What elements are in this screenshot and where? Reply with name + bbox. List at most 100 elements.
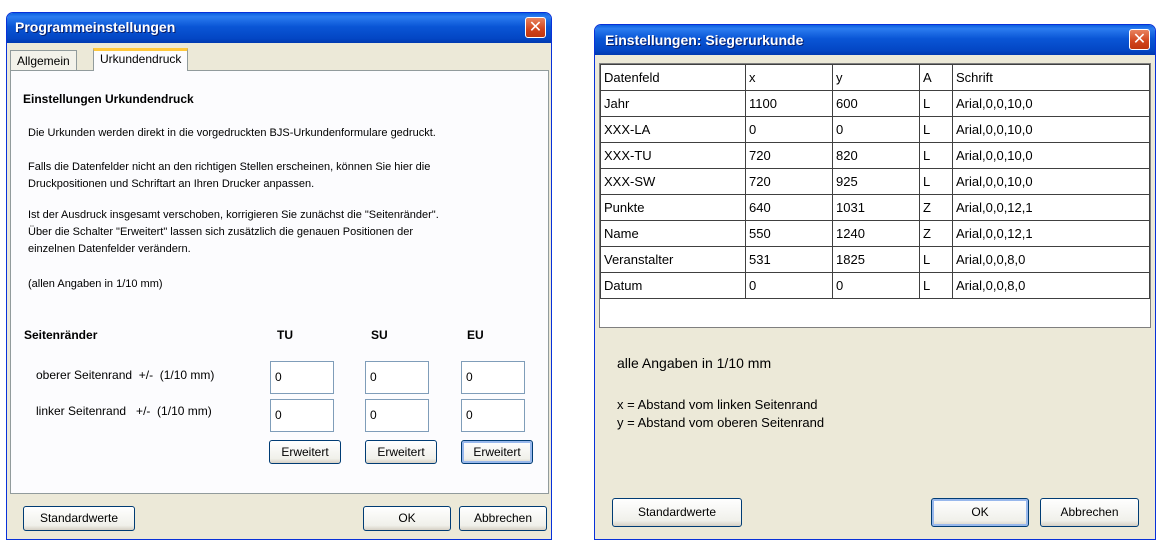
cell-datenfeld[interactable]: Datum	[600, 272, 746, 299]
top-margin-tu-input[interactable]: 0	[270, 361, 334, 394]
cell-datenfeld[interactable]: Name	[600, 220, 746, 247]
cell-y[interactable]: 925	[832, 168, 920, 195]
cell-a[interactable]: Z	[919, 194, 953, 221]
cell-x[interactable]: 550	[745, 220, 833, 247]
table-header-row: Datenfeld x y A Schrift	[600, 64, 1150, 91]
title-bar[interactable]: Programmeinstellungen ✕	[7, 13, 551, 43]
cell-a[interactable]: L	[919, 116, 953, 143]
program-settings-dialog: Programmeinstellungen ✕ Allgemein Urkund…	[6, 12, 552, 540]
intro-text: Die Urkunden werden direkt in die vorged…	[28, 127, 436, 139]
defaults-button[interactable]: Standardwerte	[23, 506, 135, 531]
column-header-schrift[interactable]: Schrift	[952, 64, 1150, 91]
cell-y[interactable]: 600	[832, 90, 920, 117]
cell-schrift[interactable]: Arial,0,0,8,0	[952, 272, 1150, 299]
table-row[interactable]: Jahr 1100 600 L Arial,0,0,10,0	[600, 90, 1150, 117]
data-fields-table: Datenfeld x y A Schrift Jahr 1100 600 L …	[600, 64, 1150, 299]
left-margin-eu-input[interactable]: 0	[461, 399, 525, 432]
cell-schrift[interactable]: Arial,0,0,10,0	[952, 116, 1150, 143]
column-header-datenfeld[interactable]: Datenfeld	[600, 64, 746, 91]
cell-schrift[interactable]: Arial,0,0,12,1	[952, 194, 1150, 221]
dialog-title: Einstellungen: Siegerurkunde	[605, 32, 804, 48]
tab-allgemein[interactable]: Allgemein	[10, 50, 77, 71]
cell-schrift[interactable]: Arial,0,0,10,0	[952, 90, 1150, 117]
cell-x[interactable]: 0	[745, 116, 833, 143]
column-header-y[interactable]: y	[832, 64, 920, 91]
advanced-eu-button[interactable]: Erweitert	[461, 440, 533, 464]
help-text-line: Druckpositionen und Schriftart an Ihren …	[28, 178, 315, 190]
cell-a[interactable]: L	[919, 142, 953, 169]
table-row[interactable]: Punkte 640 1031 Z Arial,0,0,12,1	[600, 194, 1150, 221]
column-header-su: SU	[371, 328, 388, 342]
units-note: alle Angaben in 1/10 mm	[617, 355, 772, 371]
table-row[interactable]: XXX-LA 0 0 L Arial,0,0,10,0	[600, 116, 1150, 143]
cell-x[interactable]: 0	[745, 272, 833, 299]
help-text-line: Über die Schalter "Erweitert" lassen sic…	[28, 226, 414, 238]
cell-y[interactable]: 0	[832, 272, 920, 299]
tab-label: Urkundendruck	[100, 52, 182, 66]
ok-button[interactable]: OK	[931, 498, 1029, 527]
left-margin-su-input[interactable]: 0	[365, 399, 429, 432]
defaults-button[interactable]: Standardwerte	[612, 498, 742, 527]
title-bar[interactable]: Einstellungen: Siegerurkunde ✕	[595, 25, 1155, 55]
cell-datenfeld[interactable]: XXX-SW	[600, 168, 746, 195]
certificate-settings-dialog: Einstellungen: Siegerurkunde ✕ Datenfeld…	[594, 24, 1156, 540]
cell-y[interactable]: 1825	[832, 246, 920, 273]
legend-y: y = Abstand vom oberen Seitenrand	[617, 415, 825, 430]
help-text-line: Ist der Ausdruck insgesamt verschoben, k…	[28, 209, 439, 221]
cell-x[interactable]: 720	[745, 142, 833, 169]
cell-a[interactable]: L	[919, 246, 953, 273]
table-row[interactable]: Datum 0 0 L Arial,0,0,8,0	[600, 272, 1150, 299]
table-row[interactable]: Veranstalter 531 1825 L Arial,0,0,8,0	[600, 246, 1150, 273]
top-margin-eu-input[interactable]: 0	[461, 361, 525, 394]
tab-panel-urkundendruck: Einstellungen Urkundendruck Die Urkunden…	[10, 70, 549, 494]
column-header-x[interactable]: x	[745, 64, 833, 91]
cell-datenfeld[interactable]: XXX-TU	[600, 142, 746, 169]
top-margin-label: oberer Seitenrand +/- (1/10 mm)	[36, 368, 215, 382]
cell-y[interactable]: 1240	[832, 220, 920, 247]
cell-a[interactable]: L	[919, 168, 953, 195]
close-icon: ✕	[1132, 29, 1147, 48]
help-text-line: einzelnen Datenfelder verändern.	[28, 243, 191, 255]
column-header-a[interactable]: A	[919, 64, 953, 91]
cell-schrift[interactable]: Arial,0,0,8,0	[952, 246, 1150, 273]
cell-schrift[interactable]: Arial,0,0,10,0	[952, 142, 1150, 169]
cell-a[interactable]: L	[919, 90, 953, 117]
tab-urkundendruck[interactable]: Urkundendruck	[93, 48, 189, 71]
margins-heading: Seitenränder	[24, 328, 98, 342]
table-row[interactable]: XXX-TU 720 820 L Arial,0,0,10,0	[600, 142, 1150, 169]
cell-y[interactable]: 0	[832, 116, 920, 143]
section-heading: Einstellungen Urkundendruck	[23, 92, 194, 106]
close-button[interactable]: ✕	[525, 17, 546, 38]
table-row[interactable]: XXX-SW 720 925 L Arial,0,0,10,0	[600, 168, 1150, 195]
data-fields-grid[interactable]: Datenfeld x y A Schrift Jahr 1100 600 L …	[599, 63, 1151, 328]
cell-x[interactable]: 640	[745, 194, 833, 221]
table-row[interactable]: Name 550 1240 Z Arial,0,0,12,1	[600, 220, 1150, 247]
close-button[interactable]: ✕	[1129, 29, 1150, 50]
cell-schrift[interactable]: Arial,0,0,12,1	[952, 220, 1150, 247]
cell-a[interactable]: Z	[919, 220, 953, 247]
cancel-button[interactable]: Abbrechen	[459, 506, 547, 531]
cell-x[interactable]: 531	[745, 246, 833, 273]
advanced-su-button[interactable]: Erweitert	[365, 440, 437, 464]
units-note: (allen Angaben in 1/10 mm)	[28, 278, 163, 290]
cell-x[interactable]: 1100	[745, 90, 833, 117]
dialog-title: Programmeinstellungen	[15, 19, 176, 35]
tab-label: Allgemein	[17, 54, 70, 68]
cell-y[interactable]: 1031	[832, 194, 920, 221]
cell-datenfeld[interactable]: XXX-LA	[600, 116, 746, 143]
cancel-button[interactable]: Abbrechen	[1040, 498, 1139, 527]
close-icon: ✕	[528, 17, 543, 36]
top-margin-su-input[interactable]: 0	[365, 361, 429, 394]
cell-datenfeld[interactable]: Veranstalter	[600, 246, 746, 273]
cell-x[interactable]: 720	[745, 168, 833, 195]
cell-y[interactable]: 820	[832, 142, 920, 169]
ok-button[interactable]: OK	[363, 506, 451, 531]
cell-datenfeld[interactable]: Punkte	[600, 194, 746, 221]
cell-datenfeld[interactable]: Jahr	[600, 90, 746, 117]
cell-schrift[interactable]: Arial,0,0,10,0	[952, 168, 1150, 195]
column-header-eu: EU	[467, 328, 484, 342]
advanced-tu-button[interactable]: Erweitert	[269, 440, 341, 464]
left-margin-tu-input[interactable]: 0	[270, 399, 334, 432]
cell-a[interactable]: L	[919, 272, 953, 299]
left-margin-label: linker Seitenrand +/- (1/10 mm)	[36, 404, 212, 418]
